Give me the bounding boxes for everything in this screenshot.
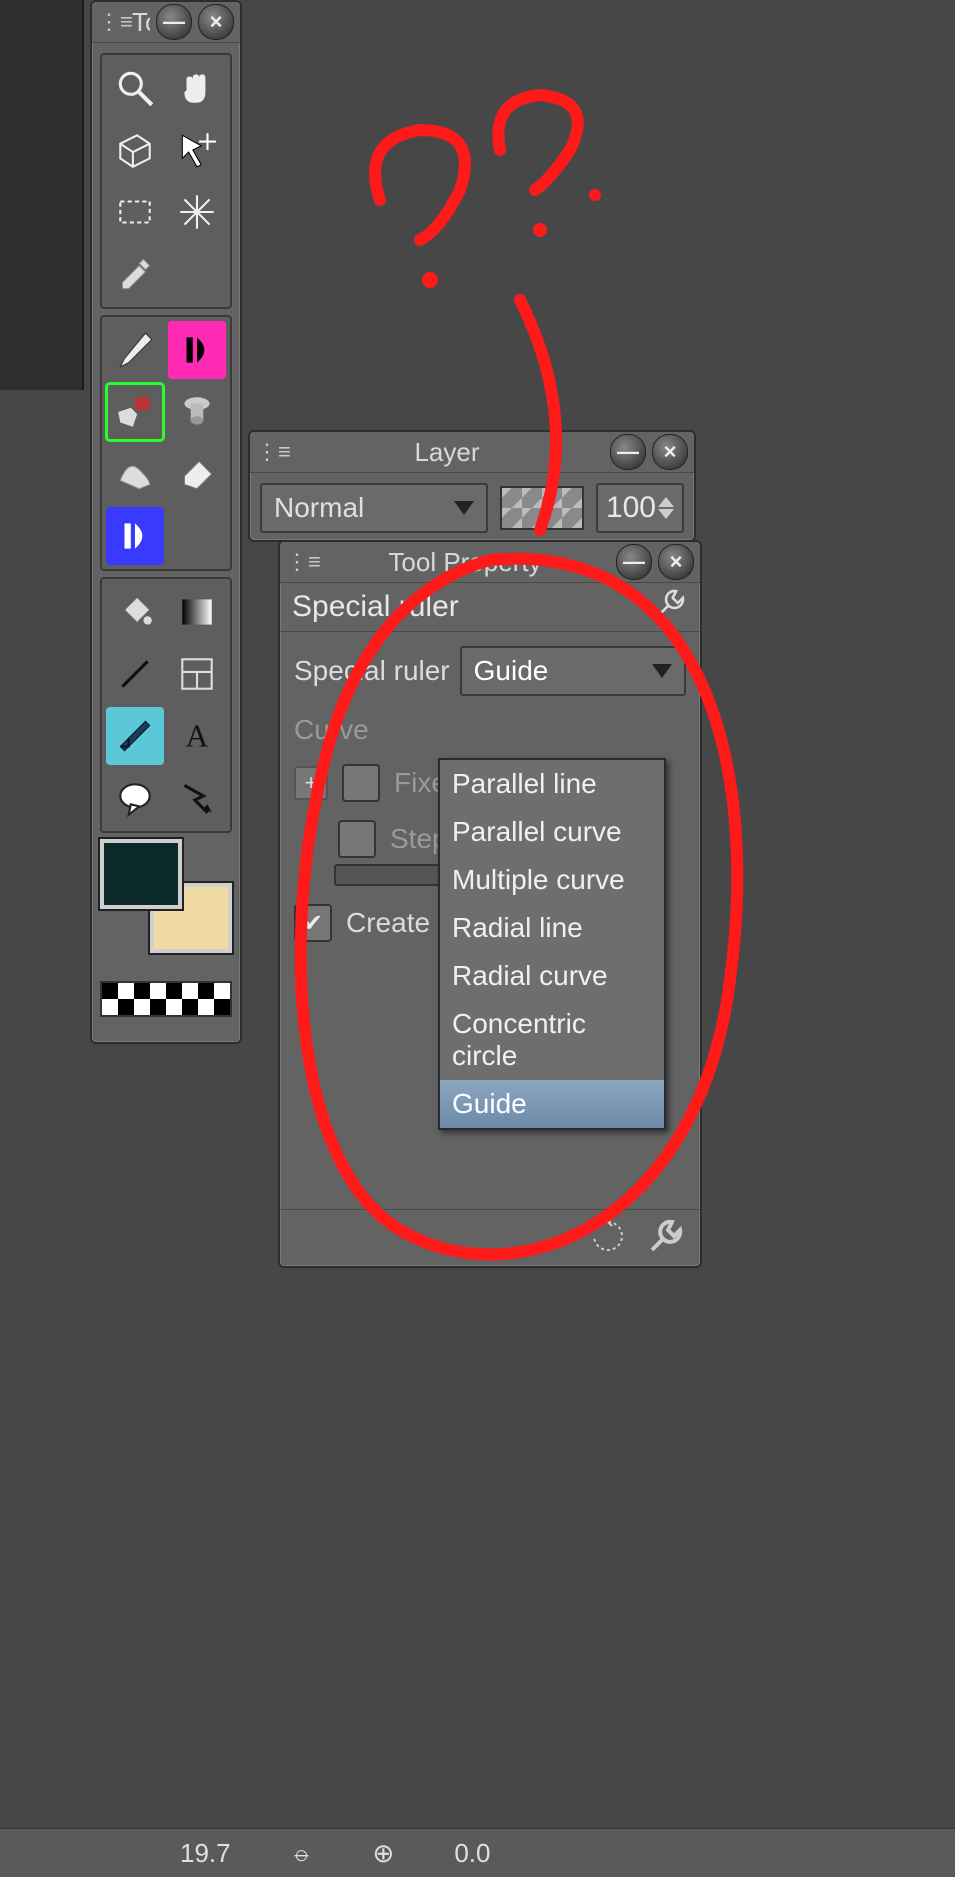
create-checkbox[interactable]: ✔ bbox=[294, 904, 332, 942]
chevron-down-icon bbox=[454, 501, 474, 515]
blend-mode-dropdown[interactable]: Normal bbox=[260, 483, 488, 533]
balloon-tool[interactable] bbox=[106, 769, 164, 827]
hand-tool[interactable] bbox=[168, 59, 226, 117]
special-ruler-menu-item[interactable]: Radial line bbox=[440, 904, 664, 952]
layer-panel-titlebar[interactable]: ⋮≡ Layer — × bbox=[250, 432, 694, 473]
ruler-tool[interactable] bbox=[106, 707, 164, 765]
close-button[interactable]: × bbox=[652, 434, 688, 470]
zoom-tool[interactable] bbox=[106, 59, 164, 117]
layer-thumbnail[interactable] bbox=[500, 486, 584, 530]
reset-icon[interactable] bbox=[588, 1216, 628, 1261]
panel-divide-tool[interactable] bbox=[168, 645, 226, 703]
tool-property-titlebar[interactable]: ⋮≡ Tool Property — × bbox=[280, 542, 700, 583]
svg-text:A: A bbox=[186, 719, 209, 754]
zoom-out-icon[interactable]: ⦵ bbox=[291, 1837, 313, 1869]
foreground-color-swatch[interactable] bbox=[100, 839, 182, 909]
special-ruler-label: Special ruler bbox=[294, 655, 450, 687]
status-bar: 19.7 ⦵ ⊕ 0.0 bbox=[0, 1828, 955, 1877]
layer-panel: ⋮≡ Layer — × Normal 100 bbox=[248, 430, 696, 542]
tool-palette: ⋮≡ To — × bbox=[90, 0, 242, 1044]
grip-icon: ⋮≡ bbox=[286, 550, 314, 574]
fill-tool[interactable] bbox=[106, 583, 164, 641]
tool-palette-title: To bbox=[132, 7, 150, 38]
eyedropper-tool[interactable] bbox=[106, 245, 164, 303]
minimize-button[interactable]: — bbox=[610, 434, 646, 470]
special-ruler-menu-item[interactable]: Guide bbox=[440, 1080, 664, 1128]
wrench-icon[interactable] bbox=[654, 586, 688, 628]
create-label: Create bbox=[346, 907, 430, 939]
transparent-color-swatch[interactable] bbox=[100, 981, 232, 1017]
chevron-down-icon bbox=[652, 664, 672, 678]
gradient-tool[interactable] bbox=[168, 583, 226, 641]
opacity-spinner[interactable] bbox=[658, 497, 674, 519]
status-value: 0.0 bbox=[454, 1838, 490, 1869]
layer-opacity-value: 100 bbox=[606, 491, 656, 525]
step-checkbox[interactable] bbox=[338, 820, 376, 858]
tool-palette-titlebar[interactable]: ⋮≡ To — × bbox=[92, 2, 240, 43]
zoom-in-icon[interactable]: ⊕ bbox=[373, 1838, 395, 1869]
move-tool[interactable] bbox=[168, 121, 226, 179]
status-zoom: 19.7 bbox=[180, 1838, 231, 1869]
correct-line-tool[interactable] bbox=[168, 769, 226, 827]
frame-play-pink-tool[interactable] bbox=[168, 321, 226, 379]
fixed-checkbox[interactable] bbox=[342, 764, 380, 802]
curve-label: Curve bbox=[294, 714, 369, 746]
blend-tool[interactable] bbox=[106, 445, 164, 503]
auto-select-tool[interactable] bbox=[168, 183, 226, 241]
pen-tool[interactable] bbox=[106, 321, 164, 379]
special-ruler-menu-item[interactable]: Multiple curve bbox=[440, 856, 664, 904]
special-ruler-menu-item[interactable]: Parallel curve bbox=[440, 808, 664, 856]
wrench-icon[interactable] bbox=[646, 1216, 686, 1261]
airbrush-tool[interactable] bbox=[168, 383, 226, 441]
close-button[interactable]: × bbox=[658, 544, 694, 580]
special-ruler-menu-item[interactable]: Concentric circle bbox=[440, 1000, 664, 1080]
special-ruler-dropdown[interactable]: Guide bbox=[460, 646, 686, 696]
line-tool[interactable] bbox=[106, 645, 164, 703]
special-ruler-menu-item[interactable]: Parallel line bbox=[440, 760, 664, 808]
eraser-tool[interactable] bbox=[168, 445, 226, 503]
minimize-button[interactable]: — bbox=[156, 4, 192, 40]
layer-panel-title: Layer bbox=[290, 437, 604, 468]
special-ruler-value: Guide bbox=[474, 655, 549, 687]
text-tool[interactable]: A bbox=[168, 707, 226, 765]
special-ruler-menu: Parallel lineParallel curveMultiple curv… bbox=[438, 758, 666, 1130]
tool-property-title: Tool Property bbox=[320, 547, 610, 578]
blend-mode-value: Normal bbox=[274, 492, 364, 524]
minimize-button[interactable]: — bbox=[616, 544, 652, 580]
frame-play-blue-tool[interactable] bbox=[106, 507, 164, 565]
layer-opacity-input[interactable]: 100 bbox=[596, 483, 684, 533]
close-button[interactable]: × bbox=[198, 4, 234, 40]
rotate-3d-tool[interactable] bbox=[106, 121, 164, 179]
grip-icon: ⋮≡ bbox=[256, 440, 284, 464]
marquee-tool[interactable] bbox=[106, 183, 164, 241]
subtool-name: Special ruler bbox=[292, 590, 459, 624]
brush-tool[interactable] bbox=[106, 383, 164, 441]
special-ruler-menu-item[interactable]: Radial curve bbox=[440, 952, 664, 1000]
grip-icon: ⋮≡ bbox=[98, 10, 126, 34]
expand-icon[interactable]: + bbox=[294, 766, 328, 800]
color-swatch-area bbox=[100, 839, 232, 969]
